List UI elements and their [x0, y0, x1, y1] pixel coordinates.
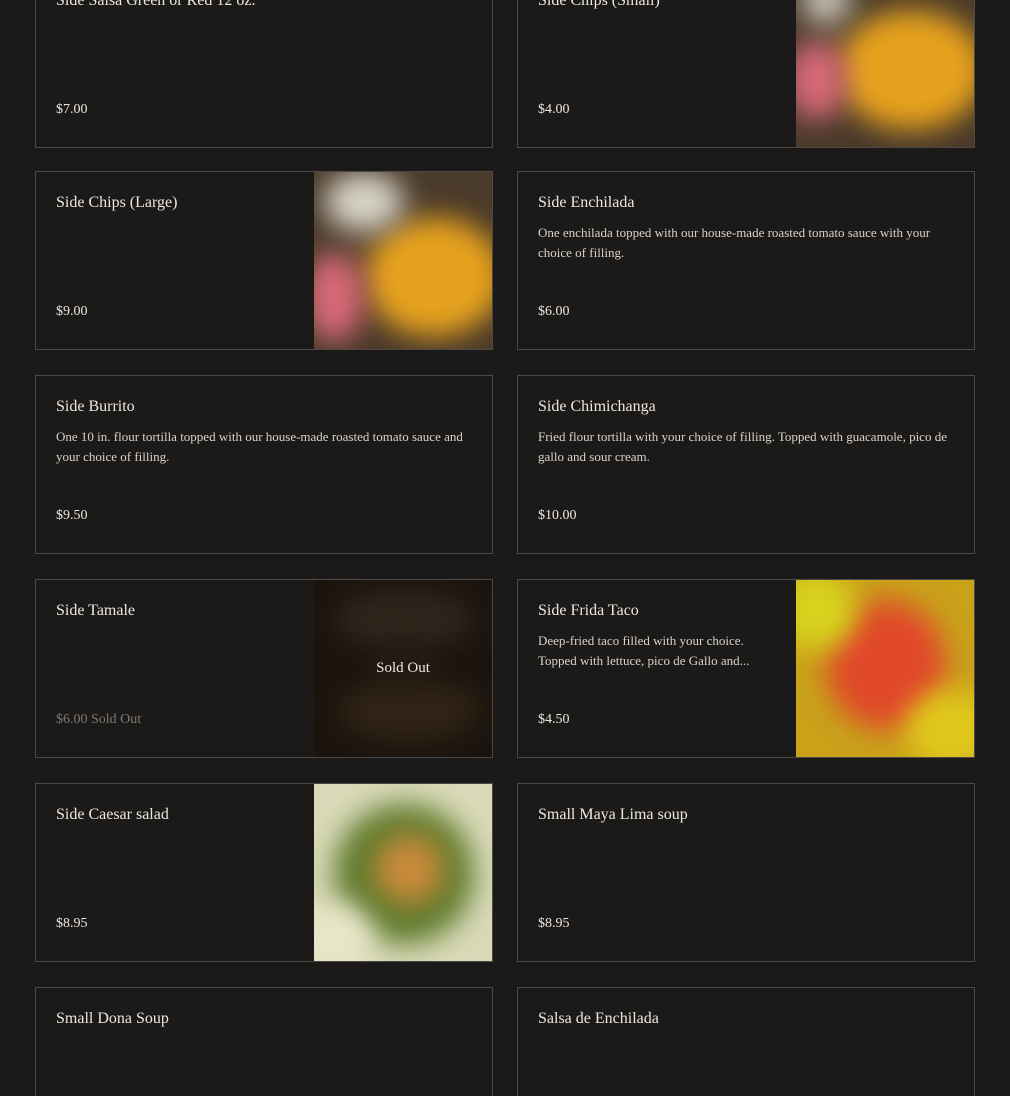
menu-item-card[interactable]: Side Caesar salad $8.95 [35, 783, 493, 962]
salad-photo [314, 784, 492, 961]
menu-item-card[interactable]: Small Maya Lima soup $8.95 [517, 783, 975, 962]
tamale-photo: Sold Out [314, 580, 492, 757]
menu-item-description: Deep-fried taco filled with your choice.… [538, 633, 750, 668]
menu-item-title: Side Chimichanga [538, 398, 656, 415]
menu-item-description: Fried flour tortilla with your choice of… [538, 429, 947, 464]
menu-item-card[interactable]: Side Chips (Small) $4.00 [517, 0, 975, 148]
menu-item-price: $4.50 [538, 712, 570, 727]
menu-item-card[interactable]: Side Chimichanga Fried flour tortilla wi… [517, 375, 975, 554]
chips-photo [314, 172, 492, 349]
menu-item-price: $9.50 [56, 508, 88, 523]
taco-photo [796, 580, 974, 757]
menu-item-card[interactable]: Side Salsa Green or Red 12 oz. $7.00 [35, 0, 493, 148]
menu-item-card[interactable]: Side Frida Taco Deep-fried taco filled w… [517, 579, 975, 758]
menu-item-title: Side Chips (Large) [56, 194, 178, 211]
menu-item-title: Salsa de Enchilada [538, 1010, 659, 1027]
menu-item-price: $7.00 [56, 102, 88, 117]
menu-item-price: $8.95 [56, 916, 88, 931]
chips-photo [796, 0, 974, 147]
menu-item-card[interactable]: Side Tamale $6.00 Sold Out Sold Out [35, 579, 493, 758]
menu-item-title: Small Dona Soup [56, 1010, 169, 1027]
menu-item-card[interactable]: Salsa de Enchilada [517, 987, 975, 1096]
menu-item-title: Side Burrito [56, 398, 135, 415]
menu-item-price: $6.00 [538, 304, 570, 319]
menu-item-card[interactable]: Small Dona Soup [35, 987, 493, 1096]
menu-item-description: One enchilada topped with our house-made… [538, 225, 931, 260]
sold-out-overlay: Sold Out [314, 580, 492, 757]
menu-item-price: $4.00 [538, 102, 570, 117]
menu-item-price: $6.00 Sold Out [56, 712, 142, 727]
menu-item-price: $10.00 [538, 508, 577, 523]
menu-item-card[interactable]: Side Burrito One 10 in. flour tortilla t… [35, 375, 493, 554]
menu-item-title: Side Salsa Green or Red 12 oz. [56, 0, 256, 9]
menu-item-price: $8.95 [538, 916, 570, 931]
menu-item-title: Side Chips (Small) [538, 0, 660, 9]
menu-item-title: Small Maya Lima soup [538, 806, 688, 823]
menu-item-description: One 10 in. flour tortilla topped with ou… [56, 429, 463, 464]
menu-item-title: Side Enchilada [538, 194, 635, 211]
menu-item-card[interactable]: Side Enchilada One enchilada topped with… [517, 171, 975, 350]
menu-item-title: Side Tamale [56, 602, 136, 619]
menu-item-price: $9.00 [56, 304, 88, 319]
menu-item-title: Side Frida Taco [538, 602, 639, 619]
menu-item-card[interactable]: Side Chips (Large) $9.00 [35, 171, 493, 350]
menu-item-title: Side Caesar salad [56, 806, 169, 823]
